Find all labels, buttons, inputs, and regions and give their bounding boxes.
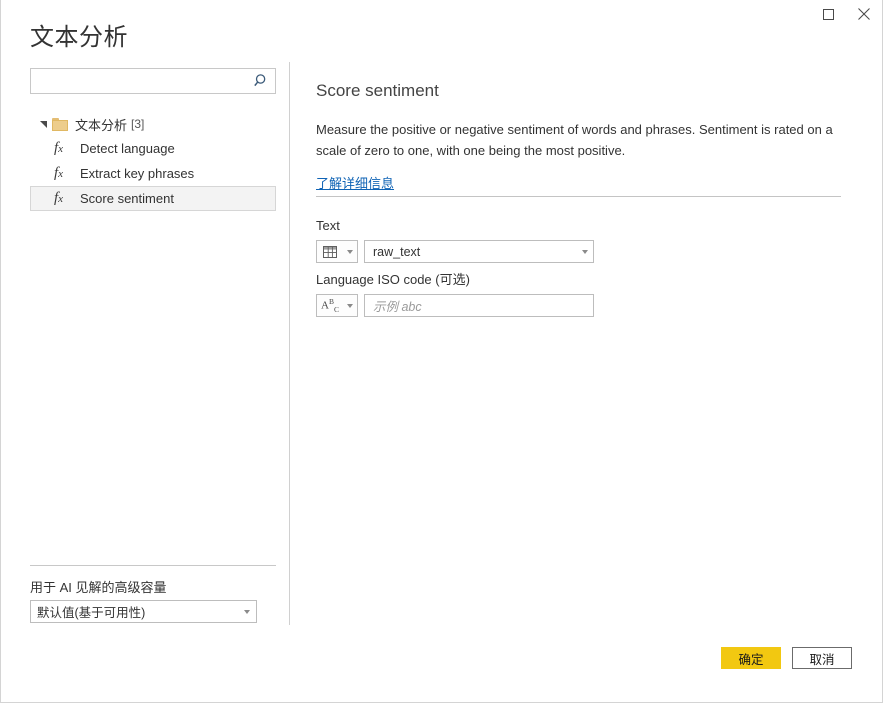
tree-item-label: Extract key phrases [80, 166, 195, 181]
left-pane: 文本分析 [3] fx Detect language fx Extract k… [1, 60, 289, 626]
chevron-down-icon [347, 303, 353, 308]
cancel-button[interactable]: 取消 [792, 647, 852, 669]
abc-text-icon: ABC [321, 296, 339, 314]
field-language-type-button[interactable]: ABC [316, 294, 358, 317]
tree-group-text-analytics[interactable]: 文本分析 [3] [30, 112, 276, 136]
detail-divider [316, 196, 841, 197]
capacity-select[interactable]: 默认值(基于可用性) [30, 600, 257, 623]
field-text: Text raw_text [316, 217, 594, 263]
search-icon[interactable] [254, 73, 270, 89]
function-tree: 文本分析 [3] fx Detect language fx Extract k… [30, 112, 276, 211]
tree-item-extract-key-phrases[interactable]: fx Extract key phrases [30, 161, 276, 186]
field-language-placeholder: 示例 abc [373, 300, 422, 314]
close-button[interactable] [846, 0, 882, 28]
function-fx-icon: fx [54, 190, 64, 206]
field-text-value-box[interactable]: raw_text [364, 240, 594, 263]
field-text-type-button[interactable] [316, 240, 358, 263]
detail-title: Score sentiment [316, 81, 439, 100]
close-icon [858, 8, 870, 20]
detail-description: Measure the positive or negative sentime… [316, 122, 833, 158]
field-language-value-box[interactable]: 示例 abc [364, 294, 594, 317]
tree-item-label: Score sentiment [80, 191, 174, 206]
field-language-label: Language ISO code (可选) [316, 272, 470, 287]
left-pane-divider [30, 565, 276, 566]
function-fx-icon: fx [54, 140, 64, 156]
tree-group-count: [3] [131, 117, 145, 131]
tree-item-label: Detect language [80, 141, 175, 156]
field-text-value: raw_text [373, 244, 421, 259]
title-bar [1, 0, 882, 30]
tree-item-detect-language[interactable]: fx Detect language [30, 136, 276, 161]
tree-group-label: 文本分析 [75, 117, 128, 133]
footer: 确定 取消 [1, 626, 882, 702]
search-box[interactable] [30, 68, 276, 94]
chevron-down-icon [244, 609, 250, 614]
expanded-triangle-icon[interactable] [38, 118, 50, 130]
maximize-button[interactable] [810, 0, 846, 28]
chevron-down-icon [582, 249, 588, 254]
capacity-label: 用于 AI 见解的高级容量 [30, 580, 167, 595]
learn-more-link[interactable]: 了解详细信息 [316, 173, 394, 192]
field-text-row: raw_text [316, 240, 594, 263]
pane-divider [289, 62, 290, 625]
table-column-icon [321, 243, 339, 261]
text-analytics-dialog: 文本分析 文本分析 [3] fx Detect language fx Extr… [0, 0, 883, 703]
maximize-icon [822, 8, 834, 20]
field-language-row: ABC 示例 abc [316, 294, 594, 317]
function-fx-icon: fx [54, 165, 64, 181]
folder-icon [52, 117, 68, 131]
ok-button[interactable]: 确定 [721, 647, 781, 669]
right-pane: Score sentiment Measure the positive or … [316, 60, 856, 317]
tree-item-score-sentiment[interactable]: fx Score sentiment [30, 186, 276, 211]
search-input[interactable] [31, 69, 247, 93]
capacity-selected-value: 默认值(基于可用性) [37, 606, 146, 620]
field-text-label: Text [316, 218, 340, 233]
chevron-down-icon [347, 249, 353, 254]
dialog-title: 文本分析 [30, 24, 128, 51]
field-language-iso-code: Language ISO code (可选) ABC 示例 abc [316, 271, 594, 317]
